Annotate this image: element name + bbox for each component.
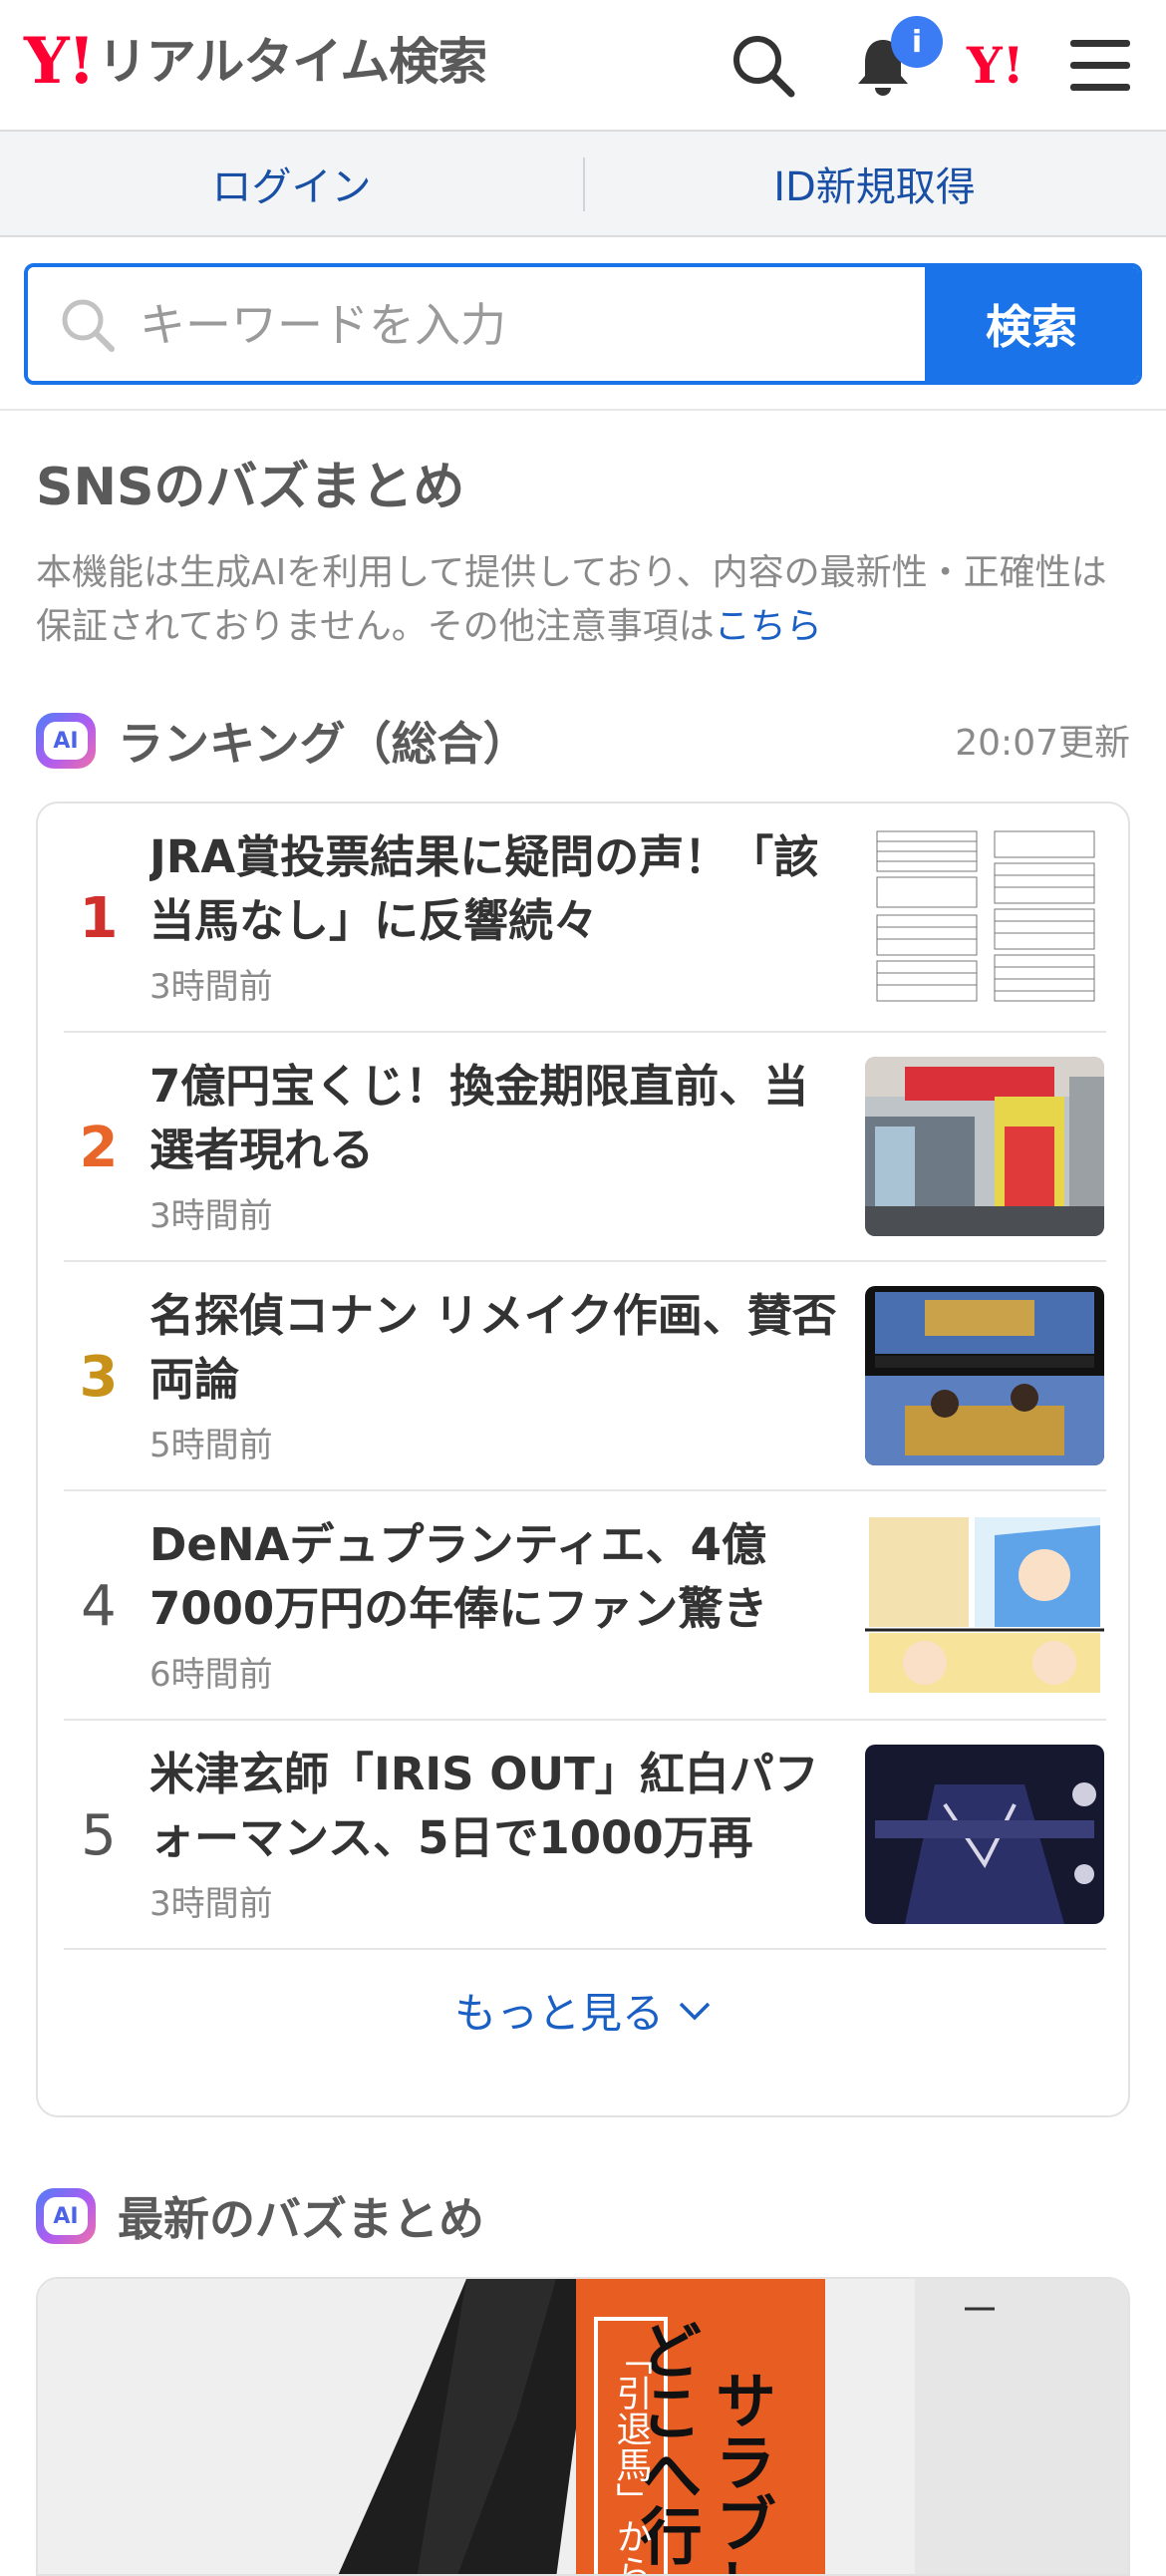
- ranking-item-title: 米津玄師「IRIS OUT」紅白パフォーマンス、5日で1000万再生…: [149, 1748, 819, 1864]
- latest-header: AI 最新のバズまとめ: [36, 2183, 484, 2249]
- ai-icon-label: AI: [44, 722, 88, 760]
- ranking-item-title: 名探偵コナン リメイク作画、賛否両論: [149, 1289, 837, 1406]
- ai-icon-label: AI: [44, 2197, 88, 2235]
- ranking-title: ランキング（総合）: [118, 717, 529, 771]
- ai-icon: AI: [36, 713, 96, 769]
- news-card-text-1: サラブレ: [705, 2369, 777, 2576]
- service-name: リアルタイム検索: [97, 33, 487, 91]
- sns-buzz-title: SNSのバズまとめ: [36, 458, 465, 517]
- ranking-item[interactable]: 4 DeNAデュプランティエ、4億7000万円の年俸にファン驚き 6時間前: [64, 1491, 1106, 1721]
- thumbnail-image: [865, 1057, 1104, 1236]
- rank-number: 5: [81, 1802, 117, 1868]
- ai-icon: AI: [36, 2188, 96, 2244]
- ranking-item[interactable]: 3 名探偵コナン リメイク作画、賛否両論 5時間前: [64, 1262, 1106, 1491]
- login-link[interactable]: ログイン: [0, 132, 583, 235]
- notification-badge: i: [891, 16, 943, 68]
- ranking-item-title: DeNAデュプランティエ、4億7000万円の年俸にファン驚き: [149, 1518, 768, 1635]
- more-label: もっと見る: [453, 1989, 664, 2038]
- news-card-image: サラブレ どこへ行 「引退馬」から見: [38, 2279, 1128, 2576]
- ranking-item[interactable]: 1 JRA賞投票結果に疑問の声！「該当馬なし」に反響続々 3時間前: [64, 804, 1106, 1033]
- rank-number: 4: [81, 1573, 117, 1639]
- ranking-item-time: 6時間前: [149, 1655, 273, 1695]
- account-bar-divider: [583, 158, 585, 211]
- ranking-item-time: 3時間前: [149, 967, 273, 1007]
- updated-time: 20:07更新: [955, 723, 1130, 764]
- yahoo-japan-icon[interactable]: Y!: [967, 36, 1024, 96]
- search-button[interactable]: 検索: [925, 267, 1138, 381]
- register-link[interactable]: ID新規取得: [583, 132, 1166, 235]
- ranking-item[interactable]: 5 米津玄師「IRIS OUT」紅白パフォーマンス、5日で1000万再生… 3時…: [64, 1721, 1106, 1950]
- news-card-text-3: 「引退馬」から見: [611, 2339, 653, 2576]
- ranking-item-time: 5時間前: [149, 1426, 273, 1465]
- ranking-header: AI ランキング（総合）: [36, 708, 529, 774]
- rank-number: 3: [79, 1344, 119, 1410]
- thumbnail-image: [865, 1515, 1104, 1695]
- search-input[interactable]: [138, 267, 939, 381]
- search-field: [28, 267, 939, 381]
- thumbnail-image: [865, 1286, 1104, 1465]
- yahoo-realtime-logo[interactable]: Y! リアルタイム検索: [24, 24, 487, 99]
- ranking-item-title: JRA賞投票結果に疑問の声！「該当馬なし」に反響続々: [149, 830, 819, 947]
- rank-number: 2: [79, 1115, 119, 1180]
- account-bar: ログイン ID新規取得: [0, 132, 1166, 237]
- rank-number: 1: [79, 885, 119, 951]
- ranking-item-time: 3時間前: [149, 1884, 273, 1924]
- thumbnail-image: [865, 1745, 1104, 1924]
- ranking-item[interactable]: 2 7億円宝くじ！換金期限直前、当選者現れる 3時間前: [64, 1033, 1106, 1262]
- ranking-card: 1 JRA賞投票結果に疑問の声！「該当馬なし」に反響続々 3時間前 2 7億円宝…: [36, 802, 1130, 2117]
- section-divider: [0, 409, 1166, 411]
- ranking-item-time: 3時間前: [149, 1196, 273, 1236]
- ai-notice: 本機能は生成AIを利用して提供しており、内容の最新性・正確性は保証されておりませ…: [36, 546, 1132, 654]
- thumbnail-image: [865, 827, 1104, 1007]
- yahoo-logo-mark: Y!: [24, 24, 96, 99]
- chevron-down-icon: [679, 2002, 711, 2020]
- more-button[interactable]: もっと見る: [38, 1980, 1128, 2041]
- ranking-item-title: 7億円宝くじ！換金期限直前、当選者現れる: [149, 1060, 809, 1176]
- ai-notice-text: 本機能は生成AIを利用して提供しており、内容の最新性・正確性は保証されておりませ…: [36, 552, 1107, 647]
- search-icon[interactable]: [729, 32, 797, 100]
- latest-title: 最新のバズまとめ: [118, 2192, 484, 2246]
- search-input-icon: [62, 299, 115, 352]
- hamburger-menu-icon[interactable]: [1068, 36, 1132, 96]
- latest-news-card[interactable]: サラブレ どこへ行 「引退馬」から見: [36, 2277, 1130, 2576]
- app-header: Y! リアルタイム検索 i Y!: [0, 0, 1166, 132]
- notice-link[interactable]: こちら: [715, 606, 822, 647]
- search-form: 検索: [24, 263, 1142, 385]
